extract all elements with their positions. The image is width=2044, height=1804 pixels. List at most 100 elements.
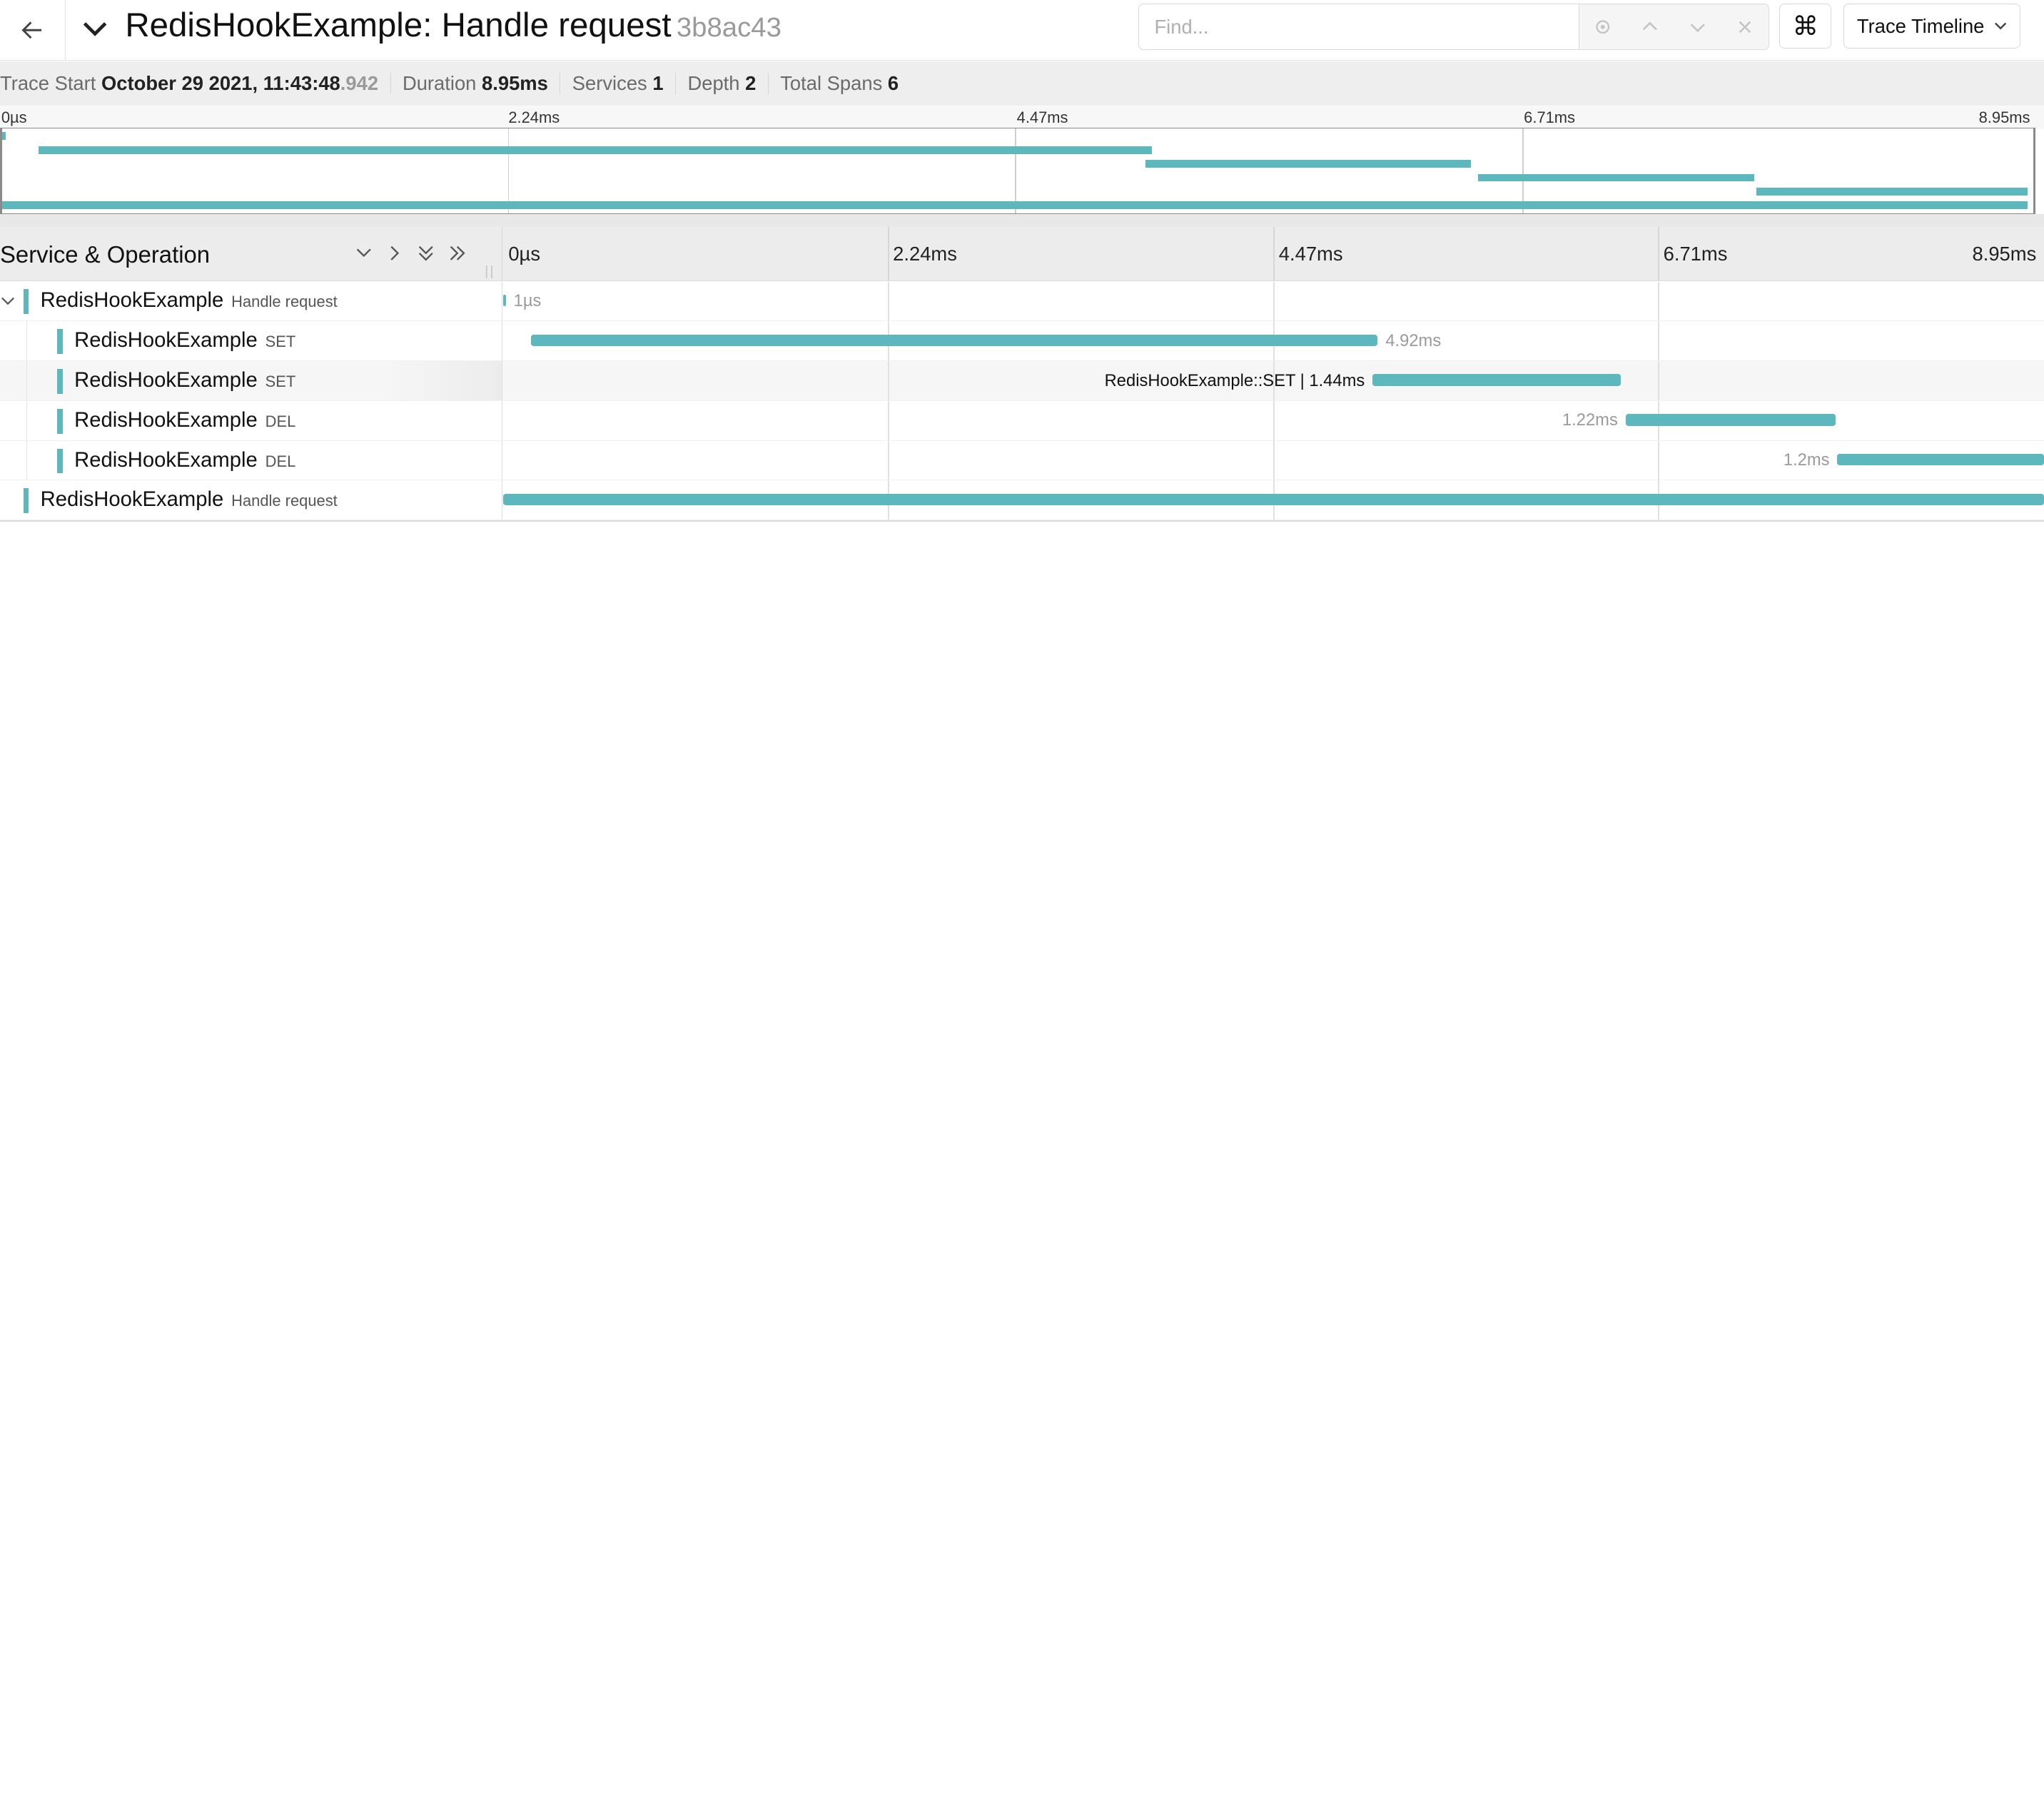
keyboard-shortcuts-button[interactable]: ⌘ (1779, 4, 1832, 49)
timeline-header-gridline (1658, 226, 1660, 280)
operation-name: Handle request (231, 492, 338, 510)
find-input[interactable] (1138, 4, 1579, 49)
locate-icon[interactable] (1589, 12, 1617, 41)
span-timeline-cell[interactable]: 1.2ms (503, 440, 2044, 480)
timeline-gridline (887, 361, 889, 400)
span-duration-label: RedisHookExample::SET | 1.44ms (1104, 371, 1365, 390)
span-timeline-cell[interactable]: 1µs (503, 281, 2044, 321)
minimap-tick: 6.71ms (1524, 108, 1576, 126)
minimap-gridline (1015, 128, 1016, 213)
trace-summary: Trace Start October 29 2021, 11:43:48.94… (0, 61, 2044, 106)
span-duration-label: 1µs (513, 292, 542, 311)
span-row[interactable]: RedisHookExample SET RedisHookExample::SET… (0, 361, 2044, 401)
services: Services 1 (560, 72, 675, 95)
service-name: RedisHookExample (40, 289, 224, 313)
trace-title: RedisHookExample: Handle request 3b8ac43 (125, 5, 781, 49)
chevron-down-icon[interactable] (1683, 12, 1711, 41)
span-bar[interactable] (1372, 374, 1621, 386)
operation-name: SET (265, 373, 296, 391)
expand-all-icon[interactable] (446, 241, 470, 265)
service-name: RedisHookExample (74, 369, 258, 392)
row-hover-fade (384, 361, 502, 400)
service-color-bar (57, 408, 63, 434)
timeline-gridline (1273, 400, 1275, 440)
span-name-cell[interactable]: RedisHookExample DEL (0, 440, 503, 480)
chevron-down-icon (84, 22, 107, 36)
collapse-all-icon[interactable] (415, 241, 438, 265)
timeline-header-gridline (887, 226, 889, 280)
service-color-bar (57, 369, 63, 394)
trace-title-text: RedisHookExample: Handle request (125, 6, 672, 45)
depth-value: 2 (745, 72, 757, 95)
span-name-cell[interactable]: RedisHookExample SET (0, 361, 503, 400)
minimap-tick: 2.24ms (508, 108, 560, 126)
minimap-span-bar (2, 132, 6, 141)
span-duration-label: 1.22ms (1562, 411, 1618, 430)
trace-start-ms: .942 (340, 72, 379, 95)
span-service-name: RedisHookExample DEL (74, 449, 295, 472)
minimap-tick: 4.47ms (1016, 108, 1068, 126)
span-row[interactable]: RedisHookExample DEL 1.22ms (0, 400, 2044, 441)
back-button[interactable] (0, 0, 66, 61)
expand-one-icon[interactable] (383, 241, 407, 265)
span-row[interactable]: RedisHookExample Handle request (0, 480, 2044, 521)
span-name-cell[interactable]: RedisHookExample SET (0, 321, 503, 361)
timeline-gridline (1273, 440, 1275, 480)
timeline-tick: 8.95ms (1972, 242, 2037, 265)
chevron-up-icon[interactable] (1636, 12, 1664, 41)
span-timeline-cell[interactable] (503, 480, 2044, 520)
service-color-bar (57, 329, 63, 354)
depth: Depth 2 (675, 72, 768, 95)
timeline-gridline (1658, 361, 1660, 400)
indent-guide (26, 440, 28, 480)
span-row[interactable]: RedisHookExample SET 4.92ms (0, 321, 2044, 362)
operation-name: SET (265, 333, 296, 351)
trace-id: 3b8ac43 (676, 12, 781, 44)
chevron-down-icon (1994, 23, 2006, 30)
span-service-name: RedisHookExample Handle request (41, 488, 338, 512)
span-bar[interactable] (503, 493, 2044, 506)
span-timeline-cell[interactable]: 4.92ms (503, 321, 2044, 361)
span-timeline-cell[interactable]: 1.22ms (503, 400, 2044, 440)
minimap-gridline (1522, 128, 1524, 213)
indent-guide (26, 321, 28, 361)
span-bar[interactable] (1625, 414, 1836, 426)
timeline-tick: 4.47ms (1278, 242, 1343, 265)
indent-guide (26, 361, 28, 400)
timeline-gridline (1658, 281, 1660, 321)
timeline-tick: 6.71ms (1663, 242, 1728, 265)
span-row[interactable]: RedisHookExample DEL 1.2ms (0, 440, 2044, 481)
span-bar[interactable] (503, 294, 506, 307)
collapse-one-icon[interactable] (352, 241, 375, 265)
span-name-cell[interactable]: RedisHookExample DEL (0, 400, 503, 440)
span-name-cell[interactable]: RedisHookExample Handle request (0, 281, 503, 321)
span-bar[interactable] (1837, 453, 2044, 466)
timeline-gridline (1658, 321, 1660, 361)
timeline-gridline (1273, 281, 1275, 321)
view-select[interactable]: Trace Timeline (1843, 4, 2021, 49)
collapse-title-button[interactable] (79, 11, 112, 45)
span-service-name: RedisHookExample SET (74, 369, 295, 392)
indent-guide (26, 400, 28, 440)
total-spans-value: 6 (887, 72, 899, 95)
service-name: RedisHookExample (40, 488, 224, 512)
trace-start: Trace Start October 29 2021, 11:43:48.94… (0, 73, 390, 93)
services-value: 1 (652, 72, 664, 95)
timeline-tick: 2.24ms (893, 242, 957, 265)
trace-minimap[interactable] (0, 127, 2035, 214)
service-name: RedisHookExample (74, 408, 258, 432)
span-timeline-cell[interactable]: RedisHookExample::SET | 1.44ms (503, 361, 2044, 400)
duration-value: 8.95ms (482, 72, 548, 95)
timeline-gridline (887, 440, 889, 480)
total-spans: Total Spans 6 (767, 72, 911, 95)
timeline-gridline (887, 281, 889, 321)
minimap-span-bar (1145, 160, 1472, 168)
close-icon[interactable] (1731, 12, 1759, 41)
span-row[interactable]: RedisHookExample Handle request 1µs (0, 281, 2044, 322)
chevron-down-icon[interactable] (0, 292, 16, 310)
span-bar[interactable] (530, 334, 1378, 346)
span-name-cell[interactable]: RedisHookExample Handle request (0, 480, 503, 520)
column-resize-handle[interactable] (485, 260, 494, 279)
span-duration-label: 4.92ms (1385, 331, 1442, 350)
duration-label: Duration (402, 72, 477, 95)
